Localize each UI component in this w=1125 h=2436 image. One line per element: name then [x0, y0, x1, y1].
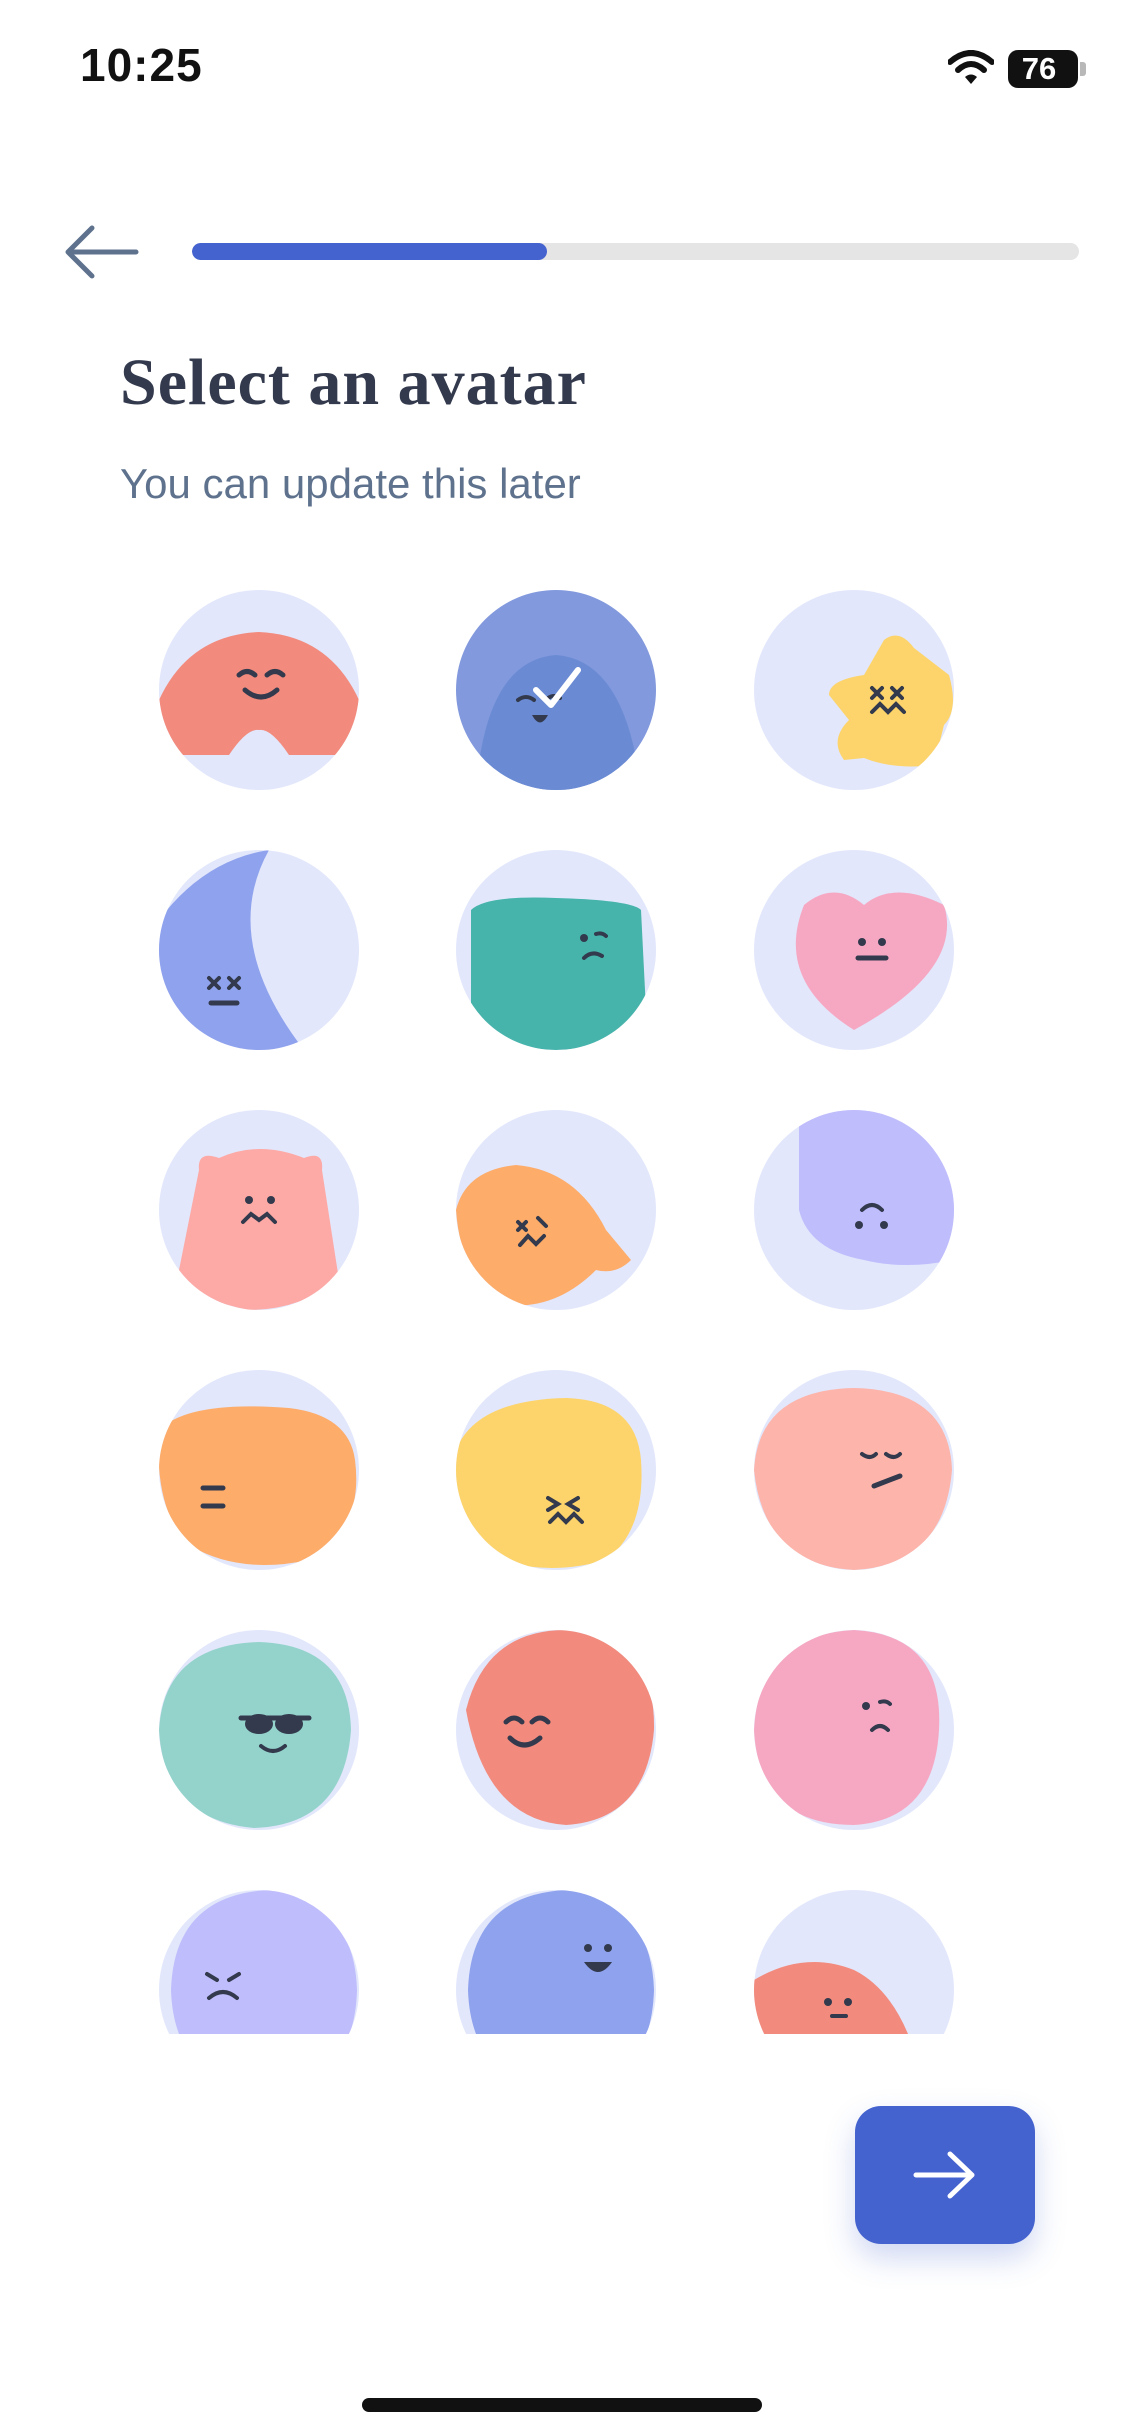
avatar-orange-fish[interactable]	[456, 1110, 656, 1310]
page-title: Select an avatar	[120, 346, 587, 419]
battery-indicator: 76	[1008, 50, 1086, 88]
back-button[interactable]	[60, 220, 144, 284]
progress-bar	[192, 243, 1079, 260]
avatar-confused-pink-blob[interactable]	[754, 1630, 954, 1830]
avatar-pink-bear[interactable]	[159, 1110, 359, 1310]
next-button[interactable]	[855, 2106, 1035, 2244]
avatar-squinting-yellow-blob[interactable]	[456, 1370, 656, 1570]
avatar-grid[interactable]	[0, 560, 1125, 2034]
avatar-peeking-coral-blob[interactable]	[754, 1890, 954, 2034]
avatar-winking-blue-blob[interactable]	[456, 590, 656, 790]
avatar-cheerful-blue-blob[interactable]	[456, 1890, 656, 2034]
avatar-cool-mint-blob[interactable]	[159, 1630, 359, 1830]
avatar-smirking-peach-blob[interactable]	[754, 1370, 954, 1570]
avatar-grumpy-lavender-blob[interactable]	[159, 1890, 359, 2034]
page-subtitle: You can update this later	[120, 460, 581, 507]
battery-level: 76	[1021, 51, 1057, 86]
status-time: 10:25	[80, 39, 203, 91]
avatar-happy-coral-blob[interactable]	[456, 1630, 656, 1830]
avatar-sleepy-blue-moon[interactable]	[159, 850, 359, 1050]
arrow-left-icon	[65, 225, 139, 279]
arrow-right-icon	[913, 2151, 975, 2199]
avatar-dizzy-yellow-star[interactable]	[754, 590, 954, 790]
home-indicator[interactable]	[362, 2398, 762, 2412]
progress-fill	[192, 243, 547, 260]
avatar-neutral-pink-heart[interactable]	[754, 850, 954, 1050]
wifi-icon	[948, 50, 994, 84]
avatar-smiling-coral-blob[interactable]	[159, 590, 359, 790]
avatar-lavender-square[interactable]	[754, 1110, 954, 1310]
avatar-neutral-orange-blob[interactable]	[159, 1370, 359, 1570]
avatar-skeptical-teal-blob[interactable]	[456, 850, 656, 1050]
